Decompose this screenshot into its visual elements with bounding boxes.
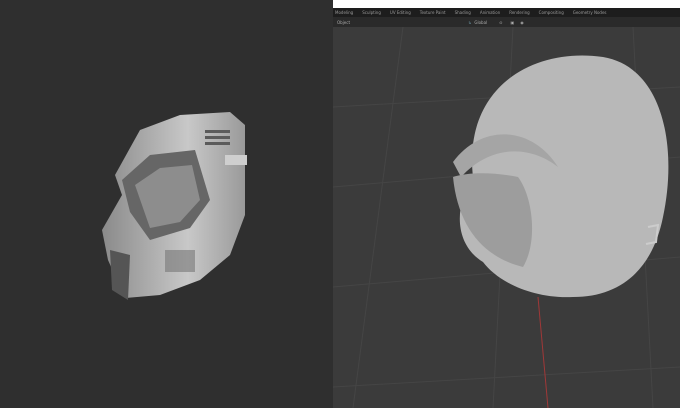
- snap-icon[interactable]: ▣: [511, 20, 515, 25]
- vent-holes: [165, 250, 195, 272]
- 3d-viewport[interactable]: [333, 27, 680, 408]
- tab-geometry-nodes[interactable]: Geometry Nodes: [573, 10, 607, 15]
- tab-rendering[interactable]: Rendering: [509, 10, 529, 15]
- viewport-scene: [333, 27, 680, 408]
- tab-animation[interactable]: Animation: [480, 10, 500, 15]
- tab-modeling[interactable]: Modeling: [335, 10, 353, 15]
- mode-select[interactable]: Object: [337, 20, 350, 25]
- left-render-panel: [0, 0, 333, 408]
- x-axis-line: [537, 296, 549, 408]
- tab-shading[interactable]: Shading: [455, 10, 471, 15]
- viewport-header: Object ↳ Global ⊙ ▣ ◉: [333, 17, 680, 27]
- tab-sculpting[interactable]: Sculpting: [362, 10, 381, 15]
- helmet-render: [102, 112, 247, 300]
- proportional-icon[interactable]: ◉: [520, 20, 524, 25]
- orientation-select[interactable]: Global: [474, 20, 487, 25]
- workspace-tabs: Modeling Sculpting UV Editing Texture Pa…: [333, 8, 680, 17]
- blender-window: Modeling Sculpting UV Editing Texture Pa…: [333, 0, 680, 408]
- tab-texture-paint[interactable]: Texture Paint: [420, 10, 446, 15]
- tab-uv-editing[interactable]: UV Editing: [390, 10, 411, 15]
- orientation-icon: ↳: [468, 19, 472, 25]
- pivot-icon[interactable]: ⊙: [499, 20, 502, 25]
- tab-compositing[interactable]: Compositing: [539, 10, 564, 15]
